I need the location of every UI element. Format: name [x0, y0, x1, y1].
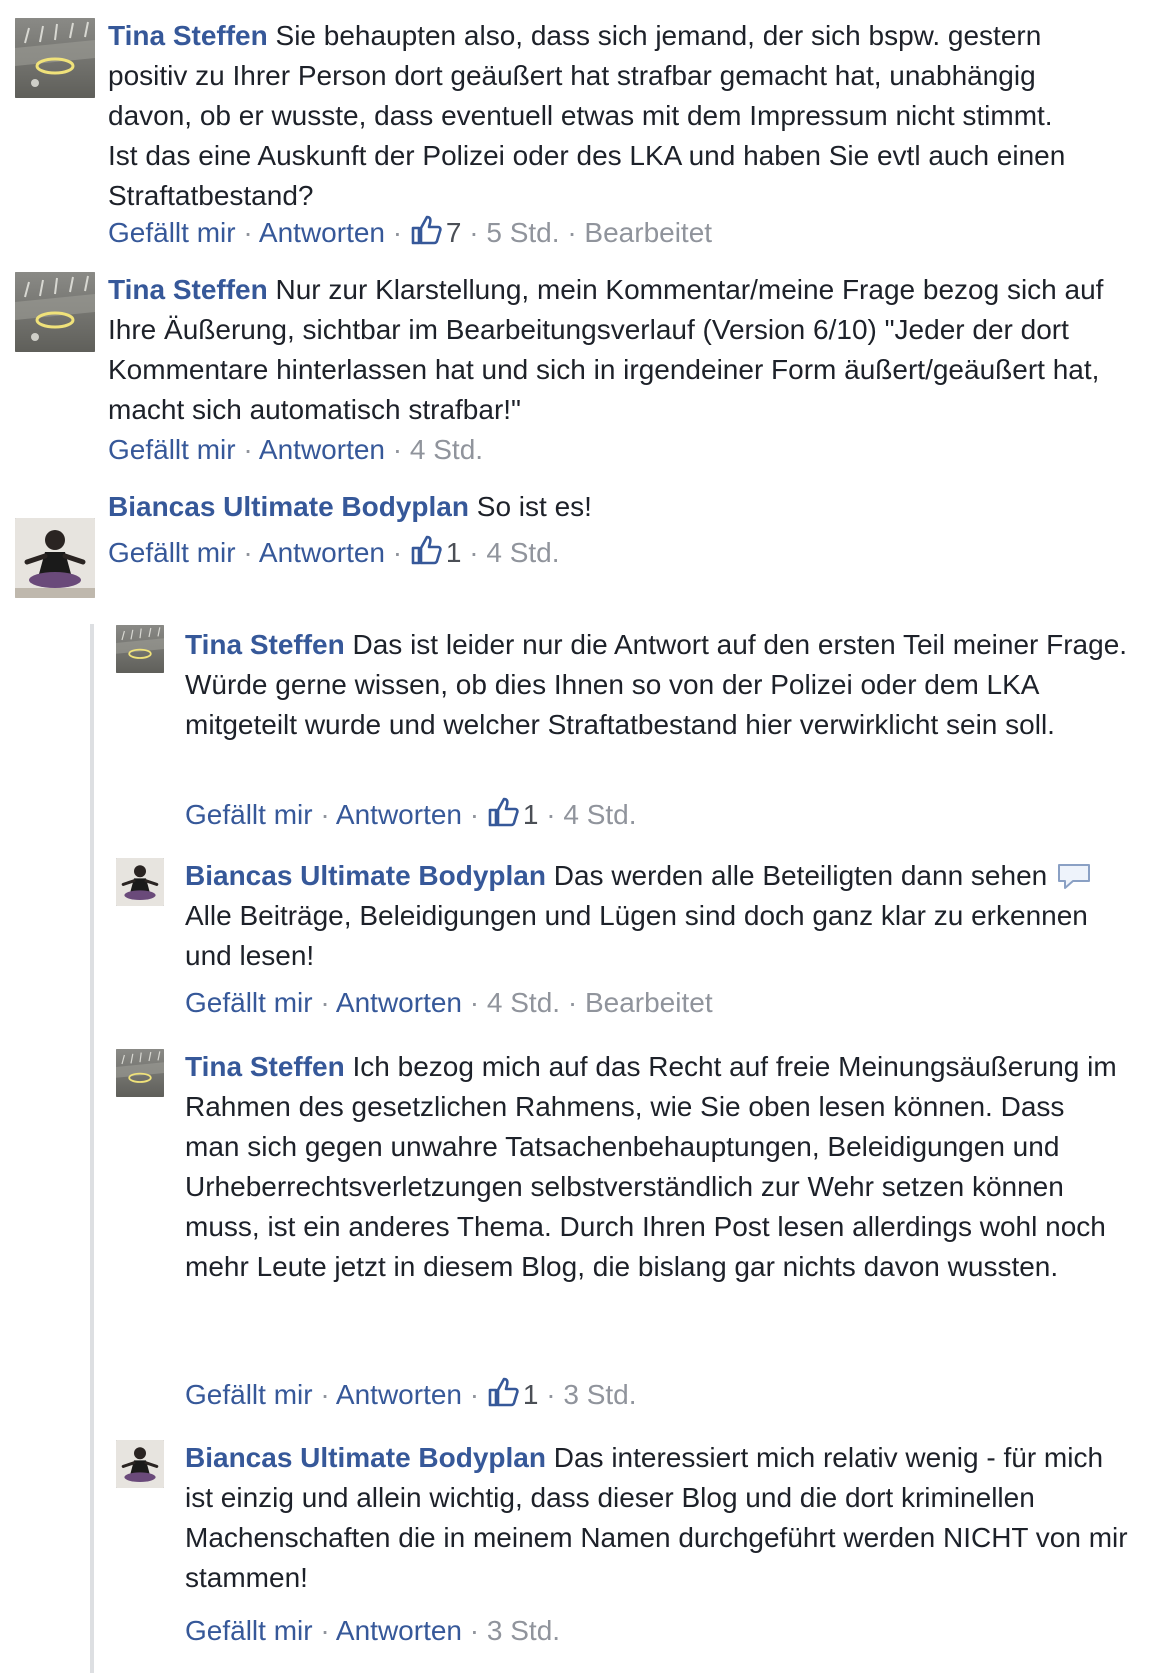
comment-actions: Gefällt mir · Antworten · 3 Std.	[185, 1611, 560, 1651]
comment-body: Biancas Ultimate Bodyplan So ist es!	[108, 487, 1143, 527]
author-name[interactable]: Biancas Ultimate Bodyplan	[108, 491, 469, 522]
like-count[interactable]: 1	[523, 799, 539, 830]
separator: ·	[469, 987, 480, 1018]
comment-text: So ist es!	[476, 491, 592, 522]
reply-button[interactable]: Antworten	[336, 1615, 462, 1646]
separator: ·	[469, 1379, 480, 1410]
speech-bubble-emoji-icon	[1058, 864, 1090, 889]
timestamp[interactable]: 5 Std.	[486, 217, 559, 248]
author-name[interactable]: Tina Steffen	[185, 629, 345, 660]
thumbs-up-icon[interactable]	[410, 214, 442, 246]
avatar-image	[116, 1049, 164, 1097]
like-count[interactable]: 7	[446, 217, 462, 248]
comment-thread: Tina Steffen Sie behaupten also, dass si…	[0, 0, 1169, 1673]
like-button[interactable]: Gefällt mir	[185, 1615, 313, 1646]
avatar-image	[116, 1440, 164, 1488]
comment: Biancas Ultimate Bodyplan So ist es! Gef…	[0, 491, 1169, 610]
like-button[interactable]: Gefällt mir	[185, 799, 313, 830]
thumbs-up-icon[interactable]	[410, 534, 442, 566]
comment-body: Biancas Ultimate Bodyplan Das interessie…	[185, 1438, 1135, 1598]
avatar-image	[15, 272, 95, 352]
separator: ·	[469, 537, 479, 568]
comment-body: Biancas Ultimate Bodyplan Das werden all…	[185, 856, 1135, 976]
tina-steffen-avatar[interactable]	[15, 18, 95, 98]
comment-body: Tina Steffen Ich bezog mich auf das Rech…	[185, 1047, 1125, 1287]
comment-actions: Gefällt mir · Antworten · 4 Std.	[108, 430, 483, 470]
comment-body: Tina Steffen Das ist leider nur die Antw…	[185, 625, 1135, 745]
reply-button[interactable]: Antworten	[259, 434, 385, 465]
comment-body: Tina Steffen Nur zur Klarstellung, mein …	[108, 270, 1143, 430]
avatar-image	[15, 18, 95, 98]
avatar-image	[116, 858, 164, 906]
separator: ·	[320, 1379, 330, 1410]
like-count[interactable]: 1	[523, 1379, 539, 1410]
reply: Tina Steffen Das ist leider nur die Antw…	[0, 625, 1169, 840]
timestamp[interactable]: 3 Std.	[487, 1615, 560, 1646]
reply: Biancas Ultimate Bodyplan Das interessie…	[0, 1440, 1169, 1665]
biancas-bodyplan-avatar[interactable]	[15, 518, 95, 598]
separator: ·	[392, 537, 403, 568]
separator: ·	[243, 537, 253, 568]
comment: Tina Steffen Nur zur Klarstellung, mein …	[0, 270, 1169, 500]
timestamp[interactable]: 4 Std.	[563, 799, 636, 830]
avatar-image	[116, 625, 164, 673]
edited-label[interactable]: Bearbeitet	[584, 217, 712, 248]
timestamp[interactable]: 4 Std.	[487, 987, 560, 1018]
author-name[interactable]: Biancas Ultimate Bodyplan	[185, 860, 546, 891]
author-name[interactable]: Tina Steffen	[108, 20, 268, 51]
avatar-image	[15, 518, 95, 598]
thumbs-up-icon[interactable]	[487, 796, 519, 828]
reply: Biancas Ultimate Bodyplan Das werden all…	[0, 858, 1169, 1038]
like-button[interactable]: Gefällt mir	[185, 1379, 313, 1410]
comment: Tina Steffen Sie behaupten also, dass si…	[0, 0, 1169, 270]
reply-button[interactable]: Antworten	[336, 1379, 462, 1410]
reply-button[interactable]: Antworten	[259, 217, 385, 248]
separator: ·	[567, 217, 577, 248]
separator: ·	[546, 799, 556, 830]
like-button[interactable]: Gefällt mir	[108, 434, 236, 465]
author-name[interactable]: Tina Steffen	[108, 274, 268, 305]
like-button[interactable]: Gefällt mir	[185, 987, 313, 1018]
separator: ·	[243, 217, 253, 248]
biancas-bodyplan-avatar[interactable]	[116, 858, 164, 906]
reply-button[interactable]: Antworten	[336, 799, 462, 830]
separator: ·	[469, 799, 480, 830]
reply-button[interactable]: Antworten	[259, 537, 385, 568]
timestamp[interactable]: 4 Std.	[486, 537, 559, 568]
author-name[interactable]: Tina Steffen	[185, 1051, 345, 1082]
separator: ·	[567, 987, 578, 1018]
separator: ·	[546, 1379, 556, 1410]
like-count[interactable]: 1	[446, 537, 462, 568]
reply-button[interactable]: Antworten	[336, 987, 462, 1018]
like-button[interactable]: Gefällt mir	[108, 217, 236, 248]
separator: ·	[320, 987, 330, 1018]
reply: Tina Steffen Ich bezog mich auf das Rech…	[0, 1049, 1169, 1421]
like-button[interactable]: Gefällt mir	[108, 537, 236, 568]
comment-actions: Gefällt mir · Antworten · 1 · 4 Std.	[185, 795, 637, 835]
comment-text: Ich bezog mich auf das Recht auf freie M…	[185, 1051, 1117, 1282]
separator: ·	[469, 217, 479, 248]
timestamp[interactable]: 4 Std.	[410, 434, 483, 465]
comment-actions: Gefällt mir · Antworten · 1 · 3 Std.	[185, 1375, 637, 1415]
comment-actions: Gefällt mir · Antworten · 1 · 4 Std.	[108, 533, 560, 573]
comment-text: Alle Beiträge, Beleidigungen und Lügen s…	[185, 900, 1088, 971]
separator: ·	[392, 217, 403, 248]
tina-steffen-avatar[interactable]	[116, 1049, 164, 1097]
tina-steffen-avatar[interactable]	[116, 625, 164, 673]
comment-actions: Gefällt mir · Antworten · 7 · 5 Std. · B…	[108, 213, 712, 253]
separator: ·	[320, 799, 330, 830]
author-name[interactable]: Biancas Ultimate Bodyplan	[185, 1442, 546, 1473]
separator: ·	[392, 434, 403, 465]
timestamp[interactable]: 3 Std.	[563, 1379, 636, 1410]
comment-text: Das werden alle Beteiligten dann sehen	[553, 860, 1048, 891]
edited-label[interactable]: Bearbeitet	[585, 987, 713, 1018]
comment-actions: Gefällt mir · Antworten · 4 Std. · Bearb…	[185, 983, 713, 1023]
comment-body: Tina Steffen Sie behaupten also, dass si…	[108, 16, 1083, 216]
separator: ·	[469, 1615, 480, 1646]
biancas-bodyplan-avatar[interactable]	[116, 1440, 164, 1488]
thumbs-up-icon[interactable]	[487, 1376, 519, 1408]
separator: ·	[320, 1615, 330, 1646]
separator: ·	[243, 434, 253, 465]
tina-steffen-avatar[interactable]	[15, 272, 95, 352]
